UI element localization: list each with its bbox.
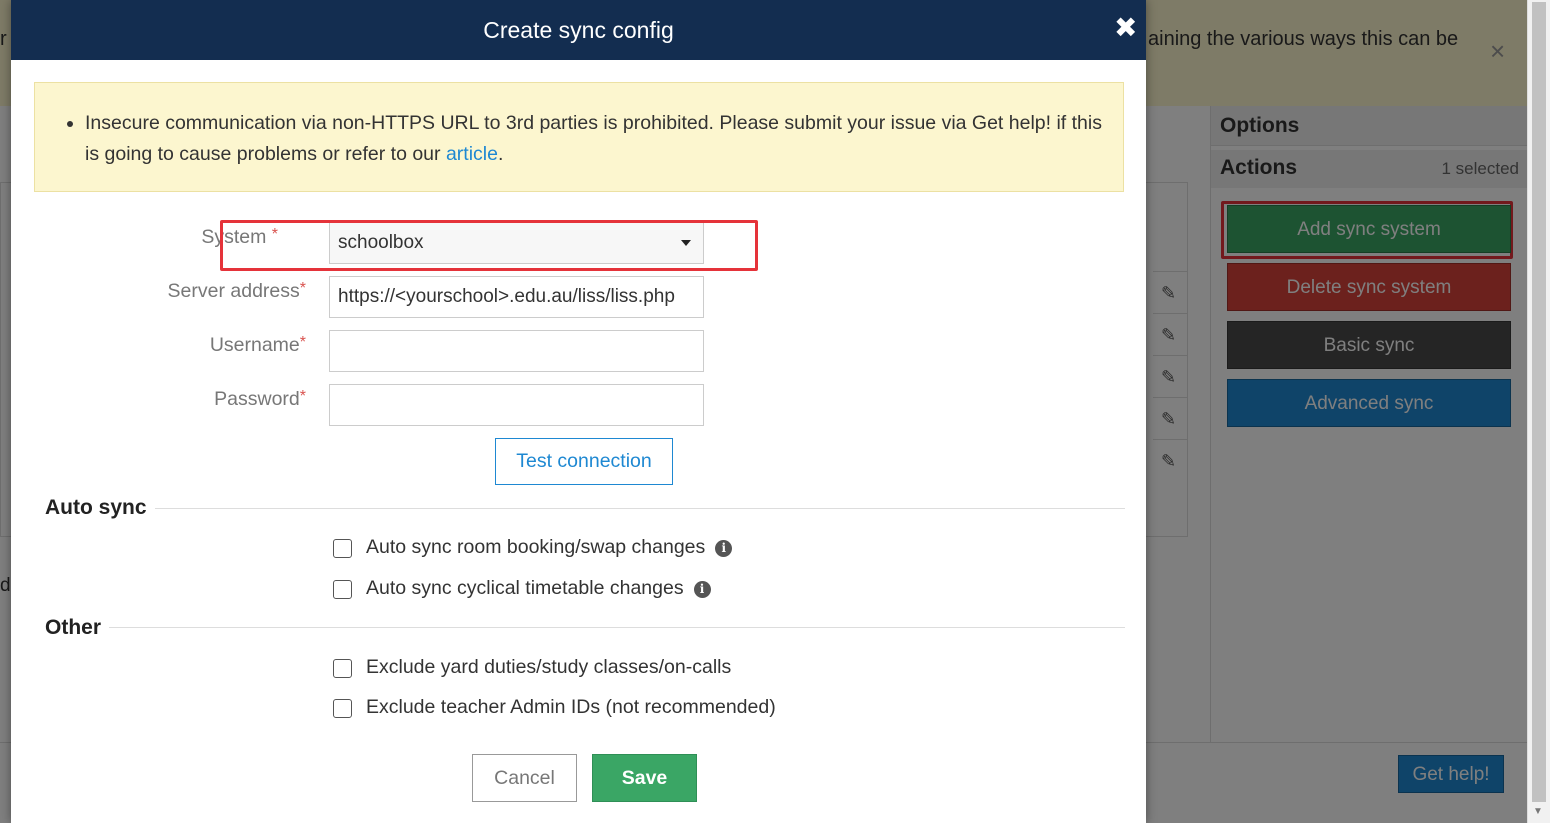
article-link[interactable]: article	[446, 143, 498, 165]
auto-sync-room-label[interactable]: Auto sync room booking/swap changes i	[366, 536, 733, 559]
auto-sync-heading: Auto sync	[45, 496, 155, 520]
auto-sync-divider	[45, 508, 1125, 509]
exclude-yard-duties-checkbox[interactable]	[333, 659, 352, 678]
auto-sync-room-checkbox[interactable]	[333, 539, 352, 558]
alert-message: Insecure communication via non-HTTPS URL…	[85, 108, 1105, 170]
dialog-header: Create sync config ✖	[11, 0, 1146, 60]
server-address-label: Server address*	[167, 280, 306, 302]
alert-text: Insecure communication via non-HTTPS URL…	[85, 112, 1102, 165]
scrollbar-thumb[interactable]	[1532, 2, 1546, 802]
test-connection-button[interactable]: Test connection	[495, 438, 673, 485]
save-button[interactable]: Save	[592, 754, 697, 802]
exclude-yard-duties-label[interactable]: Exclude yard duties/study classes/on-cal…	[366, 656, 731, 679]
exclude-admin-ids-checkbox[interactable]	[333, 699, 352, 718]
password-input[interactable]	[329, 384, 704, 426]
auto-sync-cyclical-checkbox[interactable]	[333, 580, 352, 599]
info-icon[interactable]: i	[693, 581, 711, 598]
alert-text-end: .	[497, 143, 504, 165]
https-warning-alert: Insecure communication via non-HTTPS URL…	[34, 82, 1124, 192]
system-highlight	[220, 220, 758, 271]
password-label: Password*	[214, 388, 306, 410]
other-divider	[45, 627, 1125, 628]
server-address-input[interactable]: https://<yourschool>.edu.au/liss/liss.ph…	[329, 276, 704, 318]
username-input[interactable]	[329, 330, 704, 372]
exclude-admin-ids-label[interactable]: Exclude teacher Admin IDs (not recommend…	[366, 696, 776, 719]
auto-sync-cyclical-label[interactable]: Auto sync cyclical timetable changes i	[366, 577, 711, 600]
page-scrollbar[interactable]: ▼	[1527, 0, 1550, 823]
username-label: Username*	[209, 334, 306, 356]
cancel-button[interactable]: Cancel	[472, 754, 577, 802]
create-sync-config-dialog: Create sync config ✖ Insecure communicat…	[11, 0, 1146, 823]
scroll-down-icon[interactable]: ▼	[1533, 806, 1543, 817]
info-icon[interactable]: i	[715, 540, 733, 557]
dialog-title: Create sync config	[483, 17, 674, 43]
close-icon[interactable]: ✖	[1114, 14, 1137, 42]
other-heading: Other	[45, 616, 110, 640]
